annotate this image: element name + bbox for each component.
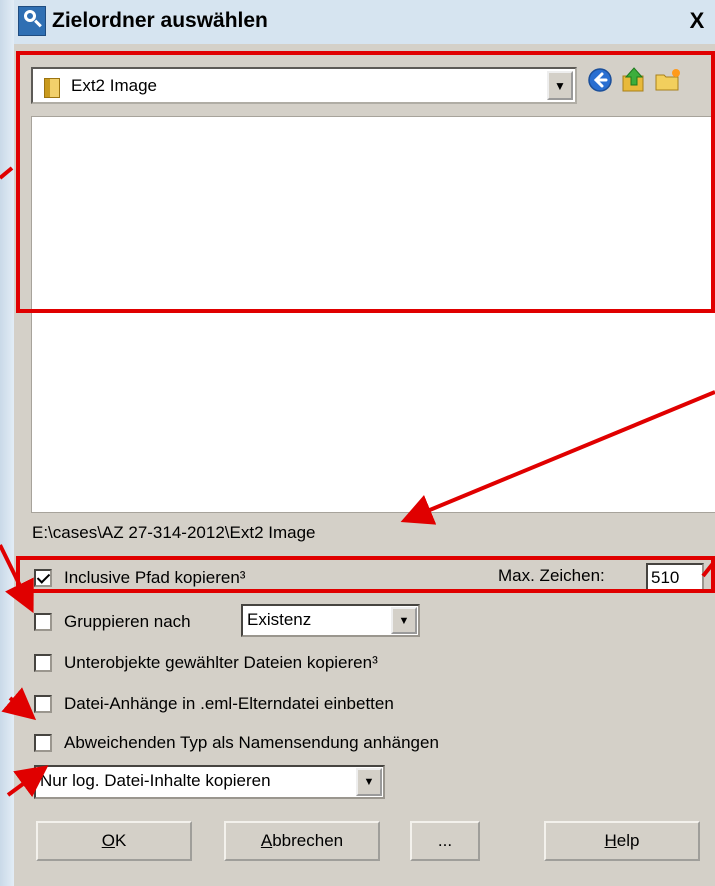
- content-mode-value: Nur log. Datei-Inhalte kopieren: [40, 771, 271, 790]
- title-bar[interactable]: Zielordner auswählen X: [14, 0, 715, 45]
- group-by-checkbox[interactable]: [34, 613, 52, 631]
- cancel-button[interactable]: Abbrechen: [224, 821, 380, 861]
- window-backdrop: [0, 0, 14, 886]
- chevron-down-icon[interactable]: ▼: [391, 607, 417, 634]
- append-type-label: Abweichenden Typ als Namensendung anhäng…: [64, 733, 439, 752]
- embed-attachments-label: Datei-Anhänge in .eml-Elterndatei einbet…: [64, 694, 394, 713]
- annotation-box-folder: [16, 51, 715, 313]
- subobjects-label: Unterobjekte gewählter Dateien kopieren³: [64, 653, 378, 672]
- window-title: Zielordner auswählen: [52, 9, 268, 32]
- content-mode-select[interactable]: Nur log. Datei-Inhalte kopieren ▼: [34, 765, 385, 799]
- embed-attachments-checkbox[interactable]: [34, 695, 52, 713]
- close-button[interactable]: X: [683, 7, 711, 35]
- ok-button[interactable]: OK: [36, 821, 192, 861]
- subobjects-checkbox[interactable]: [34, 654, 52, 672]
- annotation-box-path-option: [16, 556, 715, 593]
- selected-path: E:\cases\AZ 27-314-2012\Ext2 Image: [32, 523, 316, 542]
- append-type-row[interactable]: Abweichenden Typ als Namensendung anhäng…: [34, 730, 439, 756]
- chevron-down-icon[interactable]: ▼: [356, 768, 382, 796]
- group-by-select[interactable]: Existenz ▼: [241, 604, 420, 637]
- more-button[interactable]: ...: [410, 821, 480, 861]
- group-by-row[interactable]: Gruppieren nach: [34, 609, 191, 635]
- app-search-icon: [18, 6, 46, 36]
- append-type-checkbox[interactable]: [34, 734, 52, 752]
- embed-attachments-row[interactable]: Datei-Anhänge in .eml-Elterndatei einbet…: [34, 691, 394, 717]
- group-by-value: Existenz: [247, 610, 312, 629]
- subobjects-row[interactable]: Unterobjekte gewählter Dateien kopieren³: [34, 650, 378, 676]
- help-button[interactable]: Help: [544, 821, 700, 861]
- group-by-label: Gruppieren nach: [64, 612, 191, 631]
